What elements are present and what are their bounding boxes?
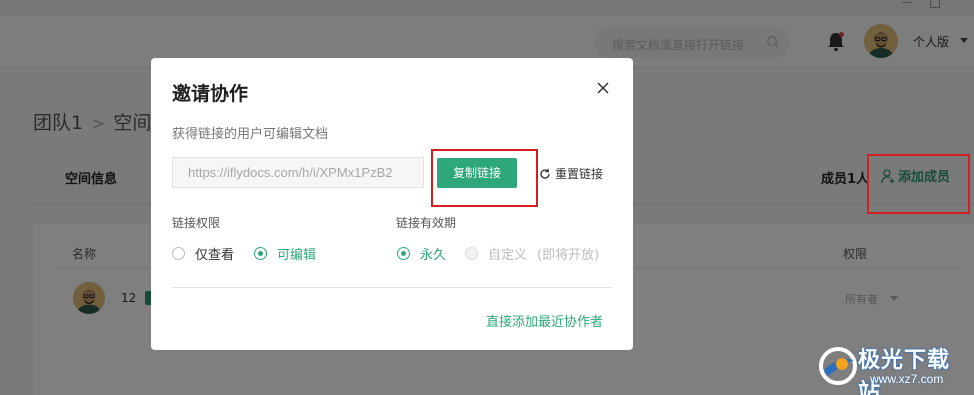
highlight-box — [431, 149, 538, 207]
radio-checked-icon — [397, 247, 410, 260]
radio-circle-icon — [172, 247, 185, 260]
radio-label: 自定义 — [488, 248, 528, 263]
watermark: 极光下载站 www.xz7.com — [812, 340, 972, 395]
radio-can-edit[interactable]: 可编辑 — [254, 244, 316, 263]
close-icon[interactable] — [595, 80, 611, 96]
reset-link-button[interactable]: 重置链接 — [539, 165, 603, 182]
radio-checked-icon — [254, 247, 267, 260]
radio-custom: 自定义 (即将开放) — [465, 244, 599, 263]
link-expiry-label: 链接有效期 — [396, 216, 457, 230]
radio-label: 仅查看 — [195, 248, 235, 263]
radio-label: 永久 — [420, 248, 447, 263]
invite-dialog: 邀请协作 获得链接的用户可编辑文档 https://iflydocs.com/h… — [151, 58, 633, 350]
watermark-url: www.xz7.com — [870, 372, 944, 386]
watermark-logo — [819, 347, 857, 385]
refresh-icon — [540, 168, 550, 179]
radio-label: 可编辑 — [277, 248, 317, 263]
reset-link-label: 重置链接 — [555, 167, 604, 181]
coming-soon-note: (即将开放) — [537, 248, 600, 263]
dialog-title: 邀请协作 — [172, 83, 249, 105]
share-link-field[interactable]: https://iflydocs.com/h/i/XPMx1PzB2 — [172, 157, 424, 188]
radio-view-only[interactable]: 仅查看 — [172, 244, 234, 263]
add-recent-collaborators-link[interactable]: 直接添加最近协作者 — [486, 311, 603, 330]
watermark-title: 极光下载站 — [858, 348, 951, 395]
link-permission-label: 链接权限 — [172, 216, 221, 230]
divider — [172, 287, 612, 288]
dialog-subtitle: 获得链接的用户可编辑文档 — [172, 127, 329, 142]
radio-forever[interactable]: 永久 — [397, 244, 446, 263]
highlight-box — [867, 154, 970, 214]
radio-circle-icon — [465, 247, 478, 260]
